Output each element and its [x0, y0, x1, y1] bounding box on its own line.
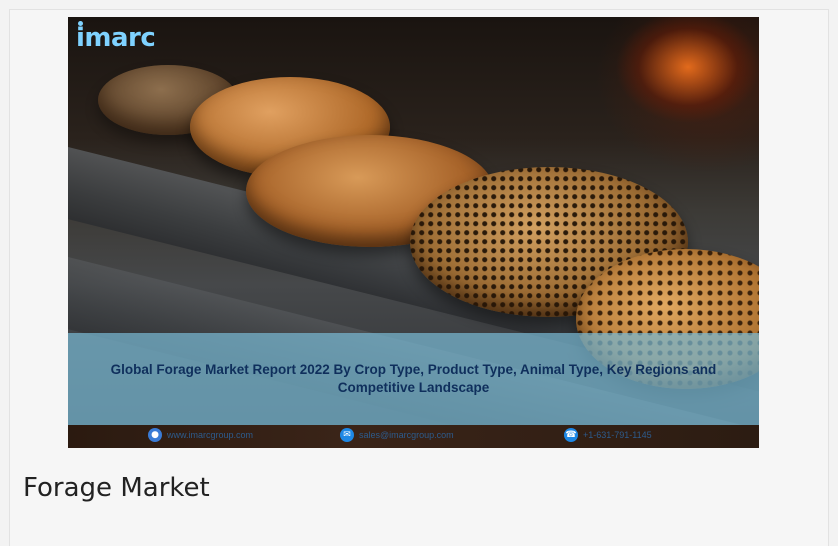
website-text: www.imarcgroup.com — [167, 430, 254, 440]
email-contact: ✉ sales@imarcgroup.com — [340, 428, 454, 442]
report-banner-image[interactable]: imarc Global Forage Market Report 2022 B… — [68, 17, 759, 448]
page-title[interactable]: Forage Market — [23, 473, 210, 503]
contact-footer: ● www.imarcgroup.com ✉ sales@imarcgroup.… — [68, 425, 759, 448]
email-text: sales@imarcgroup.com — [359, 430, 454, 440]
report-title: Global Forage Market Report 2022 By Crop… — [110, 362, 717, 395]
globe-icon: ● — [148, 428, 162, 442]
imarc-logo: imarc — [76, 23, 156, 53]
phone-text: +1-631-791-1145 — [583, 430, 652, 440]
phone-icon: ☎ — [564, 428, 578, 442]
website-contact: ● www.imarcgroup.com — [148, 428, 253, 442]
phone-contact: ☎ +1-631-791-1145 — [564, 428, 652, 442]
report-title-band: Global Forage Market Report 2022 By Crop… — [68, 333, 759, 425]
email-icon: ✉ — [340, 428, 354, 442]
